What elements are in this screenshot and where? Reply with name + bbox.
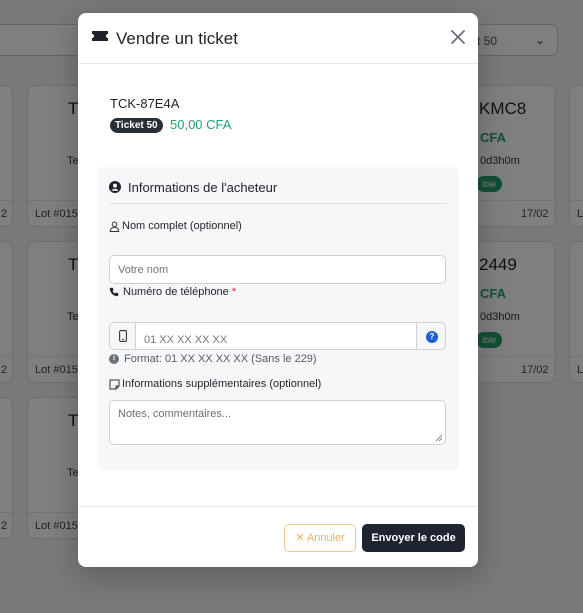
- name-input[interactable]: [109, 255, 446, 284]
- phone-format-hint: Format: 01 XX XX XX XX (Sans le 229): [124, 353, 317, 365]
- cancel-button[interactable]: ✕ Annuler: [284, 524, 356, 552]
- phone-label-text: Numéro de téléphone: [123, 286, 229, 298]
- sell-ticket-modal: Vendre un ticket TCK-87E4A Ticket 50 50,…: [78, 13, 478, 567]
- phone-prefix: [109, 322, 136, 350]
- notes-placeholder: Notes, commentaires...: [118, 408, 232, 420]
- required-mark: *: [231, 286, 237, 298]
- notes-textarea[interactable]: Notes, commentaires...: [109, 400, 446, 445]
- phone-help-button[interactable]: ?: [416, 322, 446, 350]
- note-icon: [109, 379, 120, 390]
- user-icon: [109, 221, 120, 232]
- phone-input[interactable]: [135, 322, 417, 350]
- question-icon: ?: [426, 331, 438, 343]
- phone-input-group: ?: [109, 322, 446, 350]
- mobile-icon: [119, 330, 127, 342]
- ticket-code: TCK-87E4A: [110, 96, 180, 111]
- modal-title: Vendre un ticket: [116, 29, 238, 48]
- notes-label: Informations supplémentaires (optionnel): [122, 378, 322, 390]
- send-code-button[interactable]: Envoyer le code: [362, 524, 465, 552]
- phone-label: Numéro de téléphone *: [123, 286, 236, 298]
- resize-handle[interactable]: [435, 434, 443, 442]
- ticket-price: 50,00 CFA: [170, 117, 232, 132]
- section-title: Informations de l'acheteur: [128, 180, 278, 195]
- divider: [109, 203, 446, 204]
- ticket-icon: [92, 31, 108, 41]
- ticket-type-badge: Ticket 50: [110, 118, 163, 133]
- info-icon: i: [109, 354, 119, 364]
- modal-footer: ✕ Annuler Envoyer le code: [78, 506, 478, 567]
- modal-header: Vendre un ticket: [78, 13, 478, 64]
- user-circle-icon: [109, 181, 121, 193]
- phone-icon: [109, 287, 119, 297]
- buyer-info-section: Informations de l'acheteur Nom complet (…: [97, 167, 459, 470]
- name-label: Nom complet (optionnel): [122, 220, 242, 232]
- close-icon[interactable]: [448, 27, 468, 47]
